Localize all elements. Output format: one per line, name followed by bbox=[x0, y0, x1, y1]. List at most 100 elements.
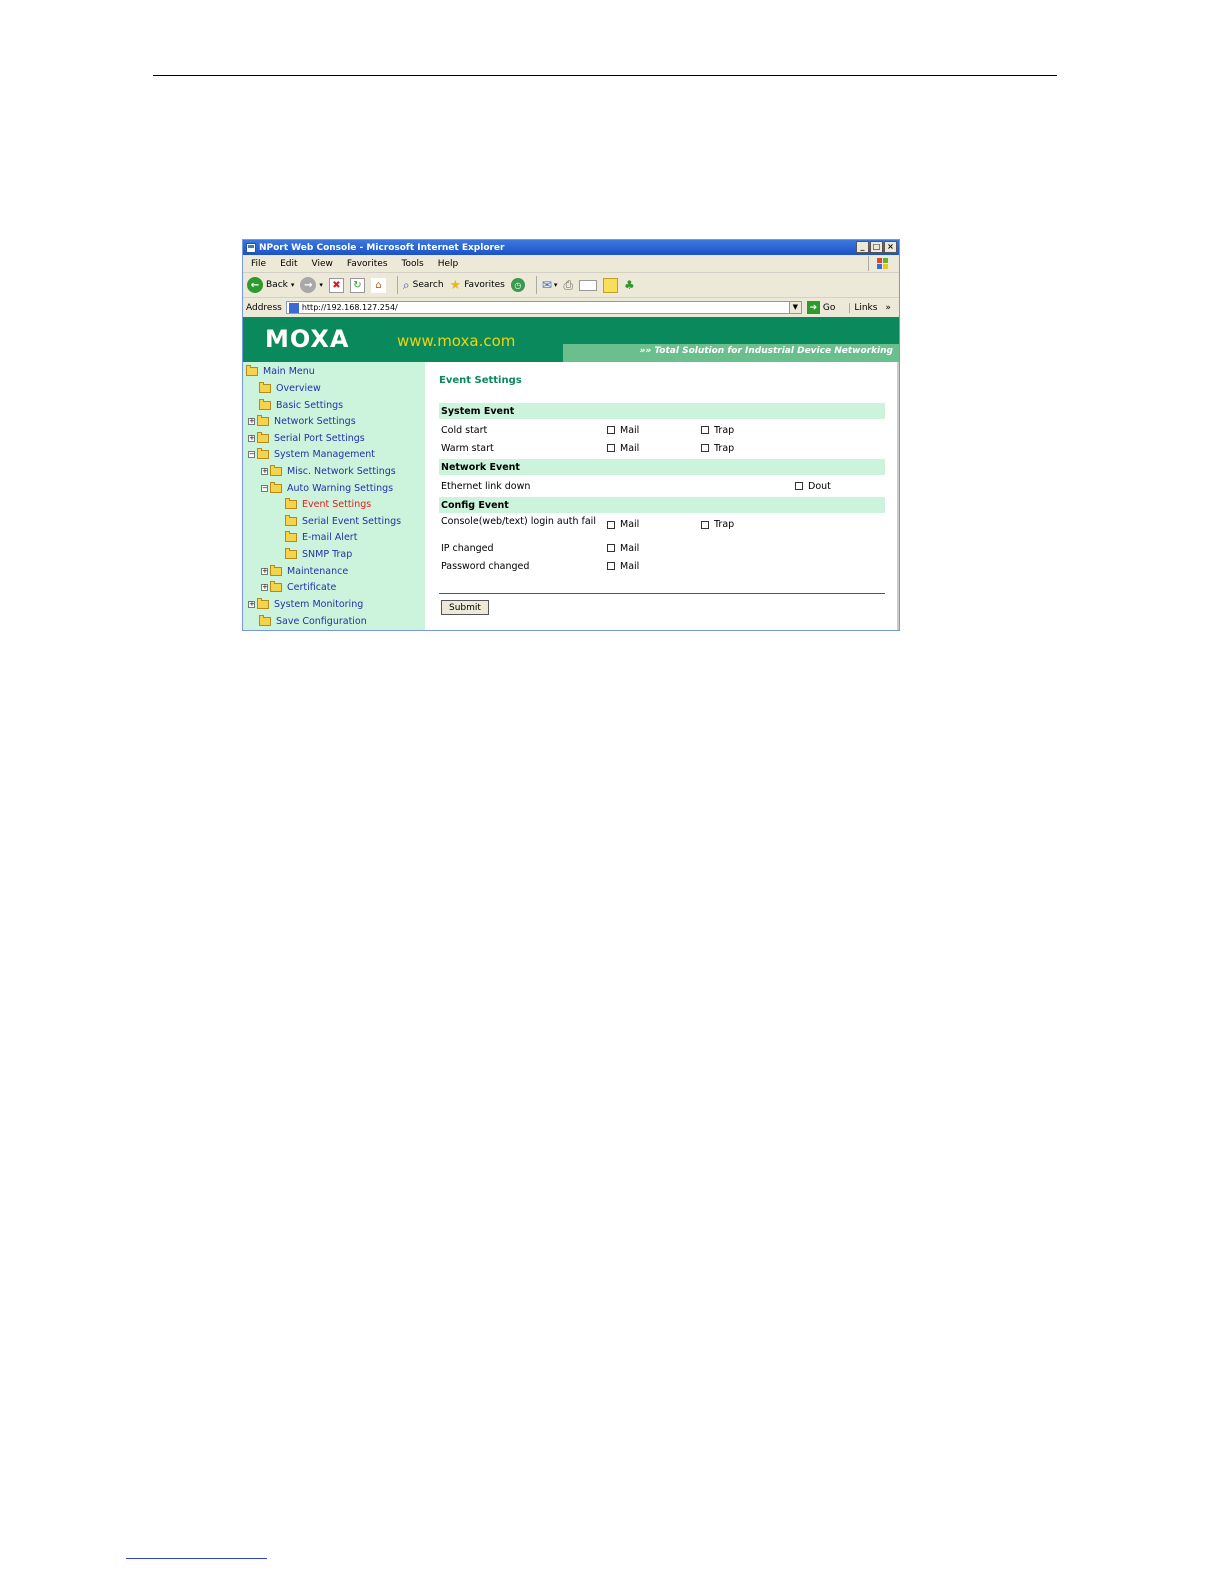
checkbox-box[interactable] bbox=[607, 520, 615, 529]
close-button[interactable]: × bbox=[884, 241, 897, 253]
checkbox-box[interactable] bbox=[607, 544, 615, 552]
sidebar-item-label: System Monitoring bbox=[274, 598, 364, 610]
mail-button[interactable]: ✉ ▾ bbox=[542, 278, 558, 292]
messenger-icon: ♣ bbox=[624, 278, 635, 292]
edit-page-icon bbox=[579, 279, 598, 291]
search-button[interactable]: ⌕ Search bbox=[403, 278, 444, 293]
page-header-rule bbox=[153, 75, 1057, 76]
sidebar-item-label: E-mail Alert bbox=[302, 531, 358, 543]
back-dropdown-icon: ▾ bbox=[290, 281, 295, 289]
checkbox-box[interactable] bbox=[701, 426, 709, 434]
favorites-button[interactable]: ★ Favorites bbox=[450, 278, 505, 293]
go-button[interactable]: ➔ Go bbox=[806, 301, 835, 314]
checkbox-label: Mail bbox=[620, 542, 640, 554]
collapse-icon[interactable]: − bbox=[248, 450, 255, 458]
stop-button[interactable]: ✖ bbox=[328, 277, 344, 293]
checkbox-box[interactable] bbox=[795, 482, 803, 490]
windows-flag-icon bbox=[868, 256, 895, 271]
checkbox-box[interactable] bbox=[701, 520, 709, 529]
sidebar-item-label: SNMP Trap bbox=[302, 548, 353, 560]
sidebar-item-system-management[interactable]: − System Management bbox=[248, 447, 375, 461]
mail-icon: ✉ bbox=[541, 278, 552, 292]
ip-changed-mail-checkbox[interactable]: Mail bbox=[607, 543, 639, 554]
expand-icon[interactable]: + bbox=[261, 583, 268, 591]
edit-button[interactable] bbox=[579, 279, 598, 291]
history-button[interactable]: ◷ bbox=[510, 278, 525, 292]
sidebar-item-serial-event-settings[interactable]: Serial Event Settings bbox=[285, 514, 401, 528]
checkbox-label: Trap bbox=[714, 442, 735, 454]
checkbox-box[interactable] bbox=[607, 444, 615, 452]
sidebar-item-save-configuration[interactable]: Save Configuration bbox=[259, 614, 367, 628]
expand-icon[interactable]: + bbox=[261, 467, 268, 475]
row-warm-start: Warm start Mail Trap bbox=[441, 440, 881, 456]
folder-icon bbox=[285, 514, 297, 526]
mail-dropdown-icon: ▾ bbox=[553, 281, 558, 289]
back-arrow-icon: ← bbox=[247, 277, 263, 293]
page-title: Event Settings bbox=[439, 375, 522, 386]
toolbar-separator bbox=[396, 276, 398, 294]
menu-tools[interactable]: Tools bbox=[402, 259, 424, 269]
back-button[interactable]: ← Back ▾ bbox=[247, 277, 294, 293]
cold-start-trap-checkbox[interactable]: Trap bbox=[701, 425, 734, 436]
sidebar-item-network-settings[interactable]: + Network Settings bbox=[248, 414, 356, 428]
checkbox-box[interactable] bbox=[607, 426, 615, 434]
chevrons-icon: »» bbox=[639, 346, 652, 356]
sidebar-item-maintenance[interactable]: + Maintenance bbox=[261, 564, 348, 578]
sidebar-item-misc-network-settings[interactable]: + Misc. Network Settings bbox=[261, 464, 396, 478]
printer-icon: ⎙ bbox=[563, 277, 574, 292]
sidebar-item-email-alert[interactable]: E-mail Alert bbox=[285, 530, 357, 544]
collapse-icon[interactable]: − bbox=[261, 484, 268, 492]
discuss-button[interactable] bbox=[603, 277, 619, 293]
print-button[interactable]: ⎙ bbox=[563, 278, 573, 293]
row-label: Cold start bbox=[441, 424, 488, 436]
folder-icon bbox=[257, 431, 269, 443]
folder-icon bbox=[285, 530, 297, 542]
sidebar-item-auto-warning-settings[interactable]: − Auto Warning Settings bbox=[261, 481, 393, 495]
console-login-trap-checkbox[interactable]: Trap bbox=[701, 519, 734, 530]
menu-help[interactable]: Help bbox=[438, 259, 459, 269]
sidebar-item-overview[interactable]: Overview bbox=[259, 381, 321, 395]
sidebar-item-basic-settings[interactable]: Basic Settings bbox=[259, 398, 343, 412]
expand-icon[interactable]: + bbox=[248, 434, 255, 442]
minimize-button[interactable]: _ bbox=[856, 241, 869, 253]
folder-icon bbox=[257, 414, 269, 426]
sidebar-item-certificate[interactable]: + Certificate bbox=[261, 580, 336, 594]
sidebar-item-serial-port-settings[interactable]: + Serial Port Settings bbox=[248, 431, 365, 445]
address-bar: Address http://192.168.127.254/ ▼ ➔ Go L… bbox=[243, 298, 899, 318]
forward-button[interactable]: → ▾ bbox=[300, 277, 323, 293]
cold-start-mail-checkbox[interactable]: Mail bbox=[607, 425, 639, 436]
tagline-text: Total Solution for Industrial Device Net… bbox=[654, 346, 893, 356]
home-button[interactable]: ⌂ bbox=[370, 277, 386, 293]
expand-icon[interactable]: + bbox=[261, 567, 268, 575]
refresh-button[interactable]: ↻ bbox=[349, 277, 365, 293]
search-icon: ⌕ bbox=[402, 277, 410, 292]
messenger-button[interactable]: ♣ bbox=[624, 278, 635, 292]
expand-icon[interactable]: + bbox=[248, 600, 255, 608]
menu-view[interactable]: View bbox=[312, 259, 333, 269]
folder-icon bbox=[285, 497, 297, 509]
maximize-button[interactable]: □ bbox=[870, 241, 883, 253]
sidebar-item-system-monitoring[interactable]: + System Monitoring bbox=[248, 597, 363, 611]
sidebar-item-label: Serial Event Settings bbox=[302, 515, 402, 527]
menu-favorites[interactable]: Favorites bbox=[347, 259, 388, 269]
sidebar-item-snmp-trap[interactable]: SNMP Trap bbox=[285, 547, 352, 561]
console-login-mail-checkbox[interactable]: Mail bbox=[607, 519, 639, 530]
warm-start-trap-checkbox[interactable]: Trap bbox=[701, 443, 734, 454]
checkbox-box[interactable] bbox=[701, 444, 709, 452]
password-changed-mail-checkbox[interactable]: Mail bbox=[607, 561, 639, 572]
sidebar-item-main-menu[interactable]: Main Menu bbox=[246, 364, 315, 378]
address-input[interactable]: http://192.168.127.254/ ▼ bbox=[285, 301, 802, 314]
ethernet-link-down-dout-checkbox[interactable]: Dout bbox=[795, 481, 831, 492]
address-dropdown-icon[interactable]: ▼ bbox=[788, 302, 801, 313]
menu-edit[interactable]: Edit bbox=[280, 259, 297, 269]
submit-button[interactable]: Submit bbox=[441, 600, 489, 615]
sidebar-item-event-settings[interactable]: Event Settings bbox=[285, 497, 371, 511]
checkbox-box[interactable] bbox=[607, 562, 615, 570]
expand-icon[interactable]: + bbox=[248, 417, 255, 425]
folder-icon bbox=[259, 398, 271, 410]
footer-link-rule bbox=[126, 1558, 267, 1559]
event-settings-panel: Event Settings System Event Cold start M… bbox=[439, 362, 885, 630]
links-button[interactable]: Links » bbox=[849, 302, 891, 313]
menu-file[interactable]: File bbox=[251, 259, 266, 269]
warm-start-mail-checkbox[interactable]: Mail bbox=[607, 443, 639, 454]
